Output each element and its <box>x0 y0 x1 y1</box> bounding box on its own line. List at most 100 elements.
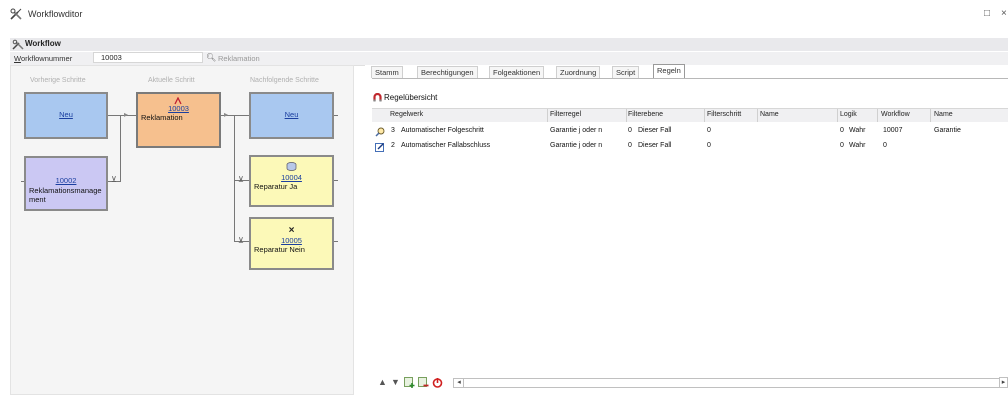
right-header-strip <box>365 52 1008 65</box>
cell-name-2: Garantie <box>934 127 961 134</box>
search-icon <box>375 127 385 137</box>
horizontal-scrollbar[interactable] <box>453 378 1001 388</box>
column-header-next: Nachfolgende Schritte <box>250 77 319 84</box>
magnet-icon <box>373 93 382 102</box>
cell-regelwerk: Automatischer Fallabschluss <box>401 142 491 149</box>
scroll-left-button[interactable]: ◂ <box>455 379 464 387</box>
link-toggle-icon[interactable]: ⊻ <box>238 176 244 184</box>
remove-row-icon[interactable] <box>418 377 429 388</box>
move-up-button[interactable]: ▲ <box>377 377 388 388</box>
cell-number: 3 <box>391 127 395 134</box>
search-icon[interactable]: 🔍︎ <box>206 53 216 62</box>
power-icon[interactable] <box>432 377 443 388</box>
cell-filterregel: Garantie j oder n <box>550 127 603 134</box>
workflow-section-label: Workflow <box>25 39 61 48</box>
cell-logik-number: 0 <box>840 127 844 134</box>
workflow-section-header: Workflow <box>10 38 1008 51</box>
close-button[interactable]: × <box>1001 8 1007 19</box>
previous-step-new[interactable]: Neu <box>24 92 108 139</box>
cell-filterebene-number: 0 <box>628 142 632 149</box>
cell-filterregel: Garantie j oder n <box>550 142 603 149</box>
link-toggle-icon[interactable]: ⊻ <box>111 176 117 184</box>
previous-step-10002[interactable]: 10002 Reklamationsmanage ment <box>24 156 108 211</box>
close-icon: × <box>288 225 295 236</box>
tab-zuordnung[interactable]: Zuordnung <box>556 66 601 78</box>
table-row[interactable]: 2 Automatischer Fallabschluss Garantie j… <box>372 140 1008 153</box>
grid-header: Regelwerk Filterregel Filterebene Filter… <box>372 108 1008 123</box>
column-separator <box>837 109 838 122</box>
column-separator <box>704 109 705 122</box>
workflow-number-label: Workflownummer <box>14 54 73 63</box>
next-step-10005-name: Reparatur Nein <box>254 245 305 254</box>
workflow-number-row: Workflownummer 10003 🔍︎ Reklamation <box>10 52 365 66</box>
arrow-icon: ▸ <box>124 110 129 119</box>
next-step-10004-link[interactable]: 10004 <box>251 173 332 182</box>
cell-filterebene: Dieser Fall <box>638 142 672 149</box>
arrow-icon: ▸ <box>224 110 229 119</box>
tab-berechtigungen[interactable]: Berechtigungen <box>417 66 478 78</box>
column-separator <box>757 109 758 122</box>
cell-logik: Wahr <box>849 142 866 149</box>
move-down-button[interactable]: ▼ <box>390 377 401 388</box>
add-row-icon[interactable] <box>404 377 415 388</box>
previous-step-10002-name: Reklamationsmanage ment <box>29 186 102 204</box>
column-header-current: Aktuelle Schritt <box>148 77 195 84</box>
previous-step-10002-link[interactable]: 10002 <box>26 176 106 185</box>
database-icon <box>286 162 297 171</box>
connector-line <box>120 115 121 181</box>
table-row[interactable]: 3 Automatischer Folgeschritt Garantie j … <box>372 125 1008 138</box>
workflow-name-field: Reklamation <box>218 54 260 63</box>
next-step-new[interactable]: Neu <box>249 92 334 139</box>
tab-script[interactable]: Script <box>612 66 640 78</box>
window-title: Workflowditor <box>28 9 83 19</box>
header-filterregel[interactable]: Filterregel <box>550 111 581 118</box>
tab-regeln[interactable]: Regeln <box>653 64 685 78</box>
header-workflow[interactable]: Workflow <box>881 111 910 118</box>
connector-line <box>234 115 235 241</box>
cell-filterschritt: 0 <box>707 142 711 149</box>
next-step-10005-link[interactable]: 10005 <box>251 236 332 245</box>
next-step-10004-name: Reparatur Ja <box>254 182 298 191</box>
cell-filterebene: Dieser Fall <box>638 127 672 134</box>
current-step-link[interactable]: 10003 <box>138 104 219 113</box>
grid-title: Regelübersicht <box>384 93 438 102</box>
current-step-name: Reklamation <box>141 113 183 122</box>
header-filterschritt[interactable]: Filterschritt <box>707 111 741 118</box>
title-bar: Workflowditor □ × <box>0 0 1008 30</box>
previous-step-new-link[interactable]: Neu <box>26 110 106 119</box>
cell-number: 2 <box>391 142 395 149</box>
link-toggle-icon[interactable]: ⊻ <box>238 237 244 245</box>
next-step-new-link[interactable]: Neu <box>251 110 332 119</box>
maximize-button[interactable]: □ <box>984 8 990 19</box>
header-name-2[interactable]: Name <box>934 111 953 118</box>
column-separator <box>626 109 627 122</box>
tab-folgeaktionen[interactable]: Folgeaktionen <box>489 66 545 78</box>
connector-line <box>334 180 338 181</box>
cell-filterschritt: 0 <box>707 127 711 134</box>
header-name[interactable]: Name <box>760 111 779 118</box>
header-filterebene[interactable]: Filterebene <box>628 111 663 118</box>
cell-filterebene-number: 0 <box>628 127 632 134</box>
cell-workflow: 0 <box>883 142 887 149</box>
column-separator <box>930 109 931 122</box>
scroll-right-button[interactable]: ▸ <box>999 377 1008 388</box>
next-step-10004[interactable]: 10004 Reparatur Ja <box>249 155 334 207</box>
cell-logik: Wahr <box>849 127 866 134</box>
cell-workflow: 10007 <box>883 127 903 134</box>
next-step-10005[interactable]: × 10005 Reparatur Nein <box>249 217 334 270</box>
header-regelwerk[interactable]: Regelwerk <box>390 111 423 118</box>
tab-divider <box>372 78 1008 79</box>
column-separator <box>877 109 878 122</box>
workflow-number-field[interactable]: 10003 <box>93 52 203 63</box>
header-logik[interactable]: Logik <box>840 111 857 118</box>
connector-line <box>107 115 137 116</box>
tools-icon <box>10 8 22 20</box>
edit-icon <box>375 143 384 152</box>
cell-regelwerk: Automatischer Folgeschritt <box>401 127 484 134</box>
connector-line <box>334 241 338 242</box>
tools-icon <box>12 39 24 50</box>
column-separator <box>547 109 548 122</box>
cell-logik-number: 0 <box>840 142 844 149</box>
current-step-10003[interactable]: 10003 Reklamation <box>136 92 221 148</box>
tab-stamm[interactable]: Stamm <box>371 66 403 78</box>
